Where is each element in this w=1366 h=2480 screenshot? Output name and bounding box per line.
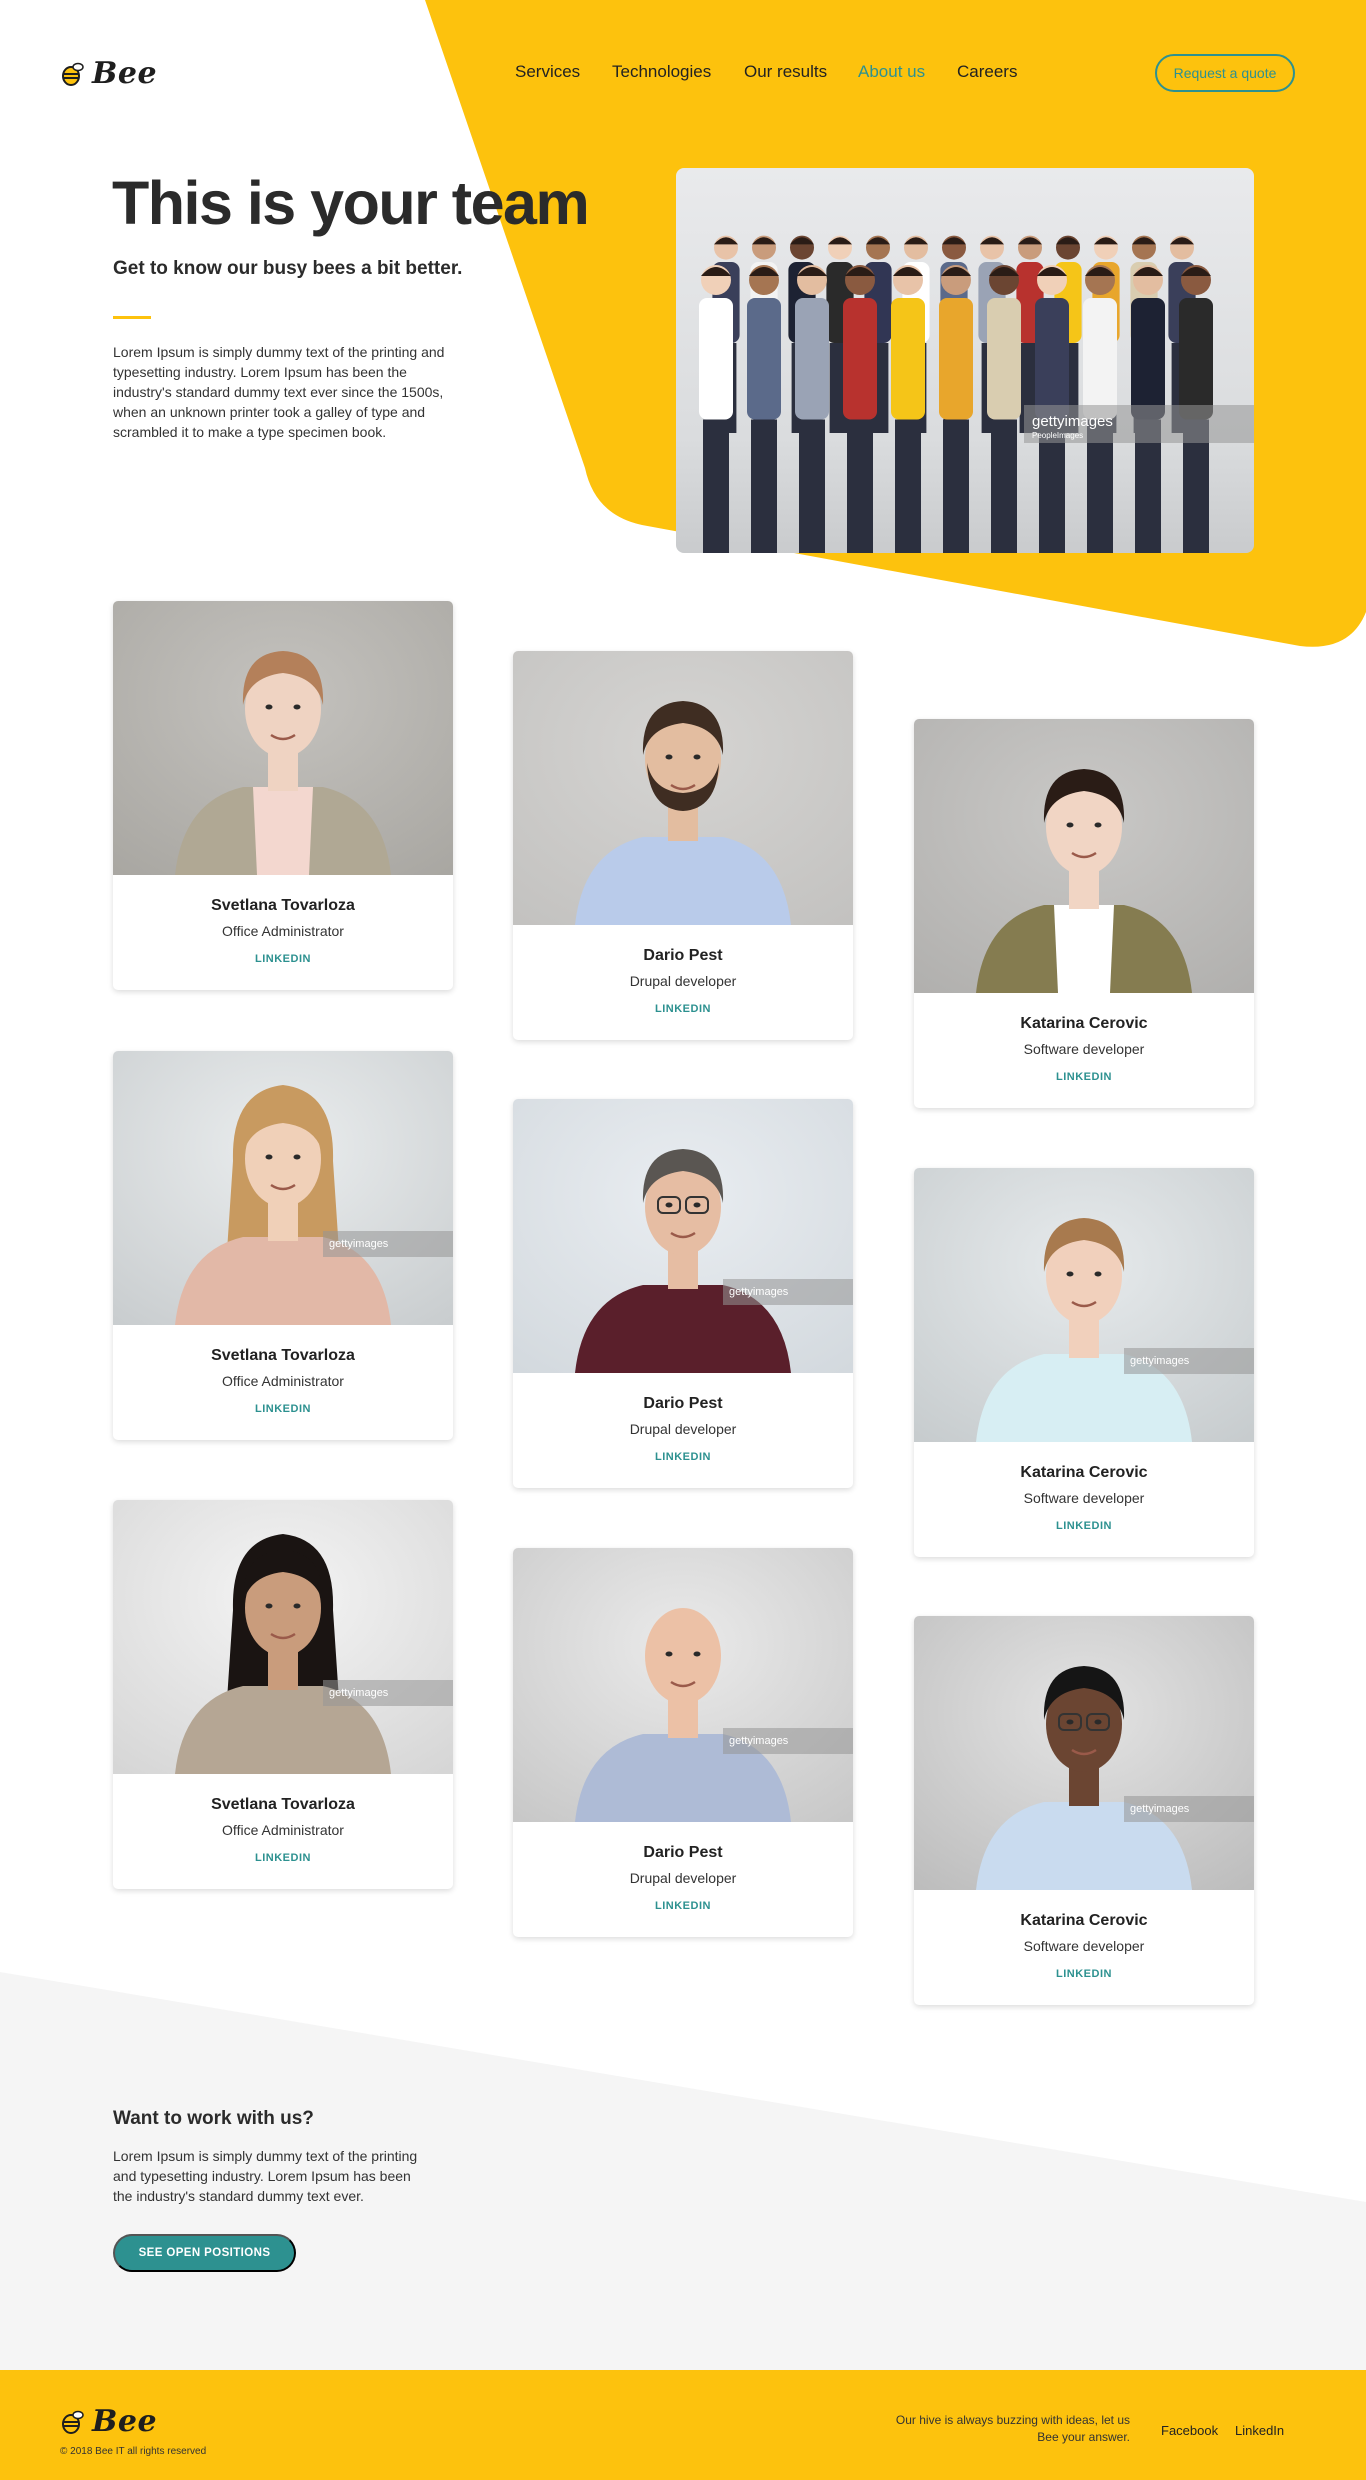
team-member-name: Svetlana Tovarloza (211, 1347, 355, 1364)
linkedin-link[interactable]: LINKEDIN (1056, 1071, 1112, 1083)
hero-description: Lorem Ipsum is simply dummy text of the … (113, 344, 445, 440)
linkedin-link[interactable]: LINKEDIN (1056, 1968, 1112, 1980)
team-member-name: Svetlana Tovarloza (211, 897, 355, 914)
team-member-photo: gettyimages (113, 1500, 453, 1774)
footer-tagline: Our hive is always buzzing with ideas, l… (895, 2413, 1130, 2444)
linkedin-link[interactable]: LINKEDIN (255, 953, 311, 965)
nav-item-about-us[interactable]: About us (858, 62, 925, 82)
team-member-role: Drupal developer (629, 973, 737, 989)
team-card: gettyimages Svetlana Tovarloza Office Ad… (113, 1500, 453, 1889)
team-member-role: Drupal developer (629, 1870, 737, 1886)
linkedin-link[interactable]: LINKEDIN (1056, 1520, 1112, 1532)
page-title: This is your team (112, 169, 590, 237)
careers-heading: Want to work with us? (113, 2108, 314, 2129)
team-member-role: Office Administrator (222, 1373, 344, 1389)
footer-link-facebook[interactable]: Facebook (1161, 2423, 1218, 2438)
svg-text:gettyimages: gettyimages (329, 1238, 389, 1250)
site-footer: Bee © 2018 Bee IT all rights reserved Ou… (0, 2370, 1366, 2480)
team-member-name: Katarina Cerovic (1020, 1912, 1148, 1929)
linkedin-link[interactable]: LINKEDIN (655, 1451, 711, 1463)
linkedin-link[interactable]: LINKEDIN (255, 1852, 311, 1864)
svg-text:gettyimages: gettyimages (329, 1687, 389, 1699)
team-card: gettyimages Dario Pest Drupal developer … (513, 1548, 853, 1937)
nav-item-careers[interactable]: Careers (957, 62, 1017, 82)
photo-watermark: gettyimages (1032, 413, 1113, 430)
team-member-role: Drupal developer (629, 1421, 737, 1437)
team-member-photo: gettyimages (513, 1099, 853, 1373)
team-member-name: Katarina Cerovic (1020, 1464, 1148, 1481)
team-member-name: Dario Pest (643, 1395, 723, 1412)
team-member-role: Office Administrator (222, 923, 344, 939)
bee-icon (62, 2410, 84, 2434)
nav-item-our-results[interactable]: Our results (744, 62, 827, 82)
nav-item-technologies[interactable]: Technologies (612, 62, 711, 82)
team-card: Dario Pest Drupal developer LINKEDIN (513, 651, 853, 1040)
team-member-name: Dario Pest (643, 1844, 723, 1861)
see-open-positions-button[interactable]: SEE OPEN POSITIONS (113, 2234, 296, 2272)
team-member-photo: gettyimages (914, 1616, 1254, 1890)
svg-text:gettyimages: gettyimages (1130, 1803, 1190, 1815)
team-card: gettyimages Katarina Cerovic Software de… (914, 1616, 1254, 2005)
team-member-role: Software developer (1023, 1490, 1145, 1506)
team-member-photo: gettyimages (914, 1168, 1254, 1442)
careers-description: Lorem Ipsum is simply dummy text of the … (113, 2148, 418, 2204)
team-card: gettyimages Katarina Cerovic Software de… (914, 1168, 1254, 1557)
team-member-photo (914, 719, 1254, 993)
team-member-photo: gettyimages (513, 1548, 853, 1822)
team-member-role: Office Administrator (222, 1822, 344, 1838)
svg-text:gettyimages: gettyimages (729, 1286, 789, 1298)
request-quote-button[interactable]: Request a quote (1155, 54, 1295, 92)
linkedin-link[interactable]: LINKEDIN (655, 1900, 711, 1912)
linkedin-link[interactable]: LINKEDIN (255, 1403, 311, 1415)
team-card: gettyimages Svetlana Tovarloza Office Ad… (113, 1051, 453, 1440)
team-member-photo (113, 601, 453, 875)
page-subtitle: Get to know our busy bees a bit better. (113, 258, 463, 279)
team-member-name: Svetlana Tovarloza (211, 1796, 355, 1813)
footer-wordmark: Bee (92, 2404, 158, 2439)
team-card: gettyimages Dario Pest Drupal developer … (513, 1099, 853, 1488)
team-group-photo: gettyimages PeopleImages (676, 168, 1254, 553)
linkedin-link[interactable]: LINKEDIN (655, 1003, 711, 1015)
team-member-photo: gettyimages (113, 1051, 453, 1325)
footer-logo[interactable]: Bee (60, 2404, 157, 2439)
team-card: Katarina Cerovic Software developer LINK… (914, 719, 1254, 1108)
team-member-name: Dario Pest (643, 947, 723, 964)
copyright-text: © 2018 Bee IT all rights reserved (60, 2446, 207, 2457)
nav-item-services[interactable]: Services (515, 62, 580, 82)
team-member-role: Software developer (1023, 1938, 1145, 1954)
svg-text:gettyimages: gettyimages (729, 1735, 789, 1747)
svg-text:gettyimages: gettyimages (1130, 1355, 1190, 1367)
footer-link-linkedin[interactable]: LinkedIn (1235, 2423, 1284, 2438)
team-card: Svetlana Tovarloza Office Administrator … (113, 601, 453, 990)
accent-divider (113, 316, 151, 319)
team-member-name: Katarina Cerovic (1020, 1015, 1148, 1032)
photo-watermark-credit: PeopleImages (1032, 431, 1083, 440)
team-member-role: Software developer (1023, 1041, 1145, 1057)
team-member-photo (513, 651, 853, 925)
